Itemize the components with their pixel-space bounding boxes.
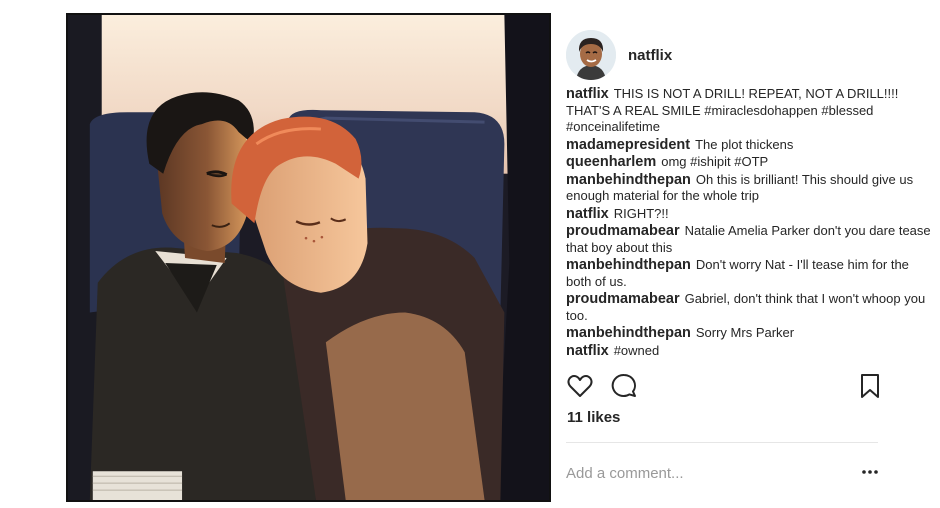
- comment: manbehindthepan Sorry Mrs Parker: [566, 325, 934, 342]
- comment-text: RIGHT?!!: [613, 205, 669, 221]
- comment: proudmamabear Gabriel, don't think that I…: [566, 291, 934, 324]
- comment-username[interactable]: natflix: [566, 86, 609, 102]
- comment: natflix THIS IS NOT A DRILL! REPEAT, NOT …: [566, 86, 934, 136]
- comment-text: Sorry Mrs Parker: [695, 325, 795, 340]
- comment: manbehindthepan Oh this is brilliant! Thi…: [566, 172, 934, 205]
- comment-username[interactable]: manbehindthepan: [566, 257, 691, 273]
- more-options-icon[interactable]: [860, 466, 880, 478]
- post-header: natflix: [566, 30, 926, 80]
- comment-text: The plot thickens: [695, 136, 794, 152]
- comment: proudmamabear Natalie Amelia Parker don't…: [566, 223, 934, 256]
- divider: [566, 442, 878, 443]
- post-sidebar: natflix natflix THIS IS NOT A DRILL! REPE…: [562, 0, 940, 508]
- comment-list: natflix THIS IS NOT A DRILL! REPEAT, NOT …: [566, 86, 934, 360]
- comment-username[interactable]: natflix: [566, 206, 609, 222]
- comment: natflix #owned: [566, 343, 934, 360]
- comment: madamepresident The plot thickens: [566, 137, 934, 154]
- heart-icon[interactable]: [566, 372, 594, 400]
- instagram-post: natflix natflix THIS IS NOT A DRILL! REPE…: [0, 0, 940, 508]
- add-comment-input[interactable]: [566, 462, 826, 484]
- comment-text: THIS IS NOT A DRILL! REPEAT, NOT A DRILL…: [566, 86, 899, 134]
- comment-username[interactable]: queenharlem: [566, 154, 656, 170]
- comment: manbehindthepan Don't worry Nat - I'll te…: [566, 257, 934, 290]
- comment-text: #owned: [613, 342, 660, 358]
- comment-username[interactable]: manbehindthepan: [566, 325, 691, 341]
- comment-username[interactable]: madamepresident: [566, 137, 690, 153]
- comment-text: omg #ishipit #OTP: [661, 154, 769, 169]
- action-bar: [566, 372, 879, 402]
- post-image[interactable]: [66, 13, 551, 502]
- bookmark-icon[interactable]: [856, 372, 884, 400]
- illustration-two-men-on-train: [68, 15, 549, 500]
- likes-count[interactable]: 11 likes: [567, 409, 620, 426]
- comment: natflix RIGHT?!!: [566, 206, 934, 223]
- comment-bubble-icon[interactable]: [610, 372, 638, 400]
- comment-username[interactable]: proudmamabear: [566, 223, 680, 239]
- comment: queenharlem omg #ishipit #OTP: [566, 154, 934, 171]
- profile-avatar[interactable]: [566, 30, 616, 80]
- comment-username[interactable]: natflix: [566, 343, 609, 359]
- comment-username[interactable]: manbehindthepan: [566, 172, 691, 188]
- header-username[interactable]: natflix: [628, 47, 672, 64]
- avatar-portrait-icon: [566, 30, 616, 80]
- comment-username[interactable]: proudmamabear: [566, 291, 680, 307]
